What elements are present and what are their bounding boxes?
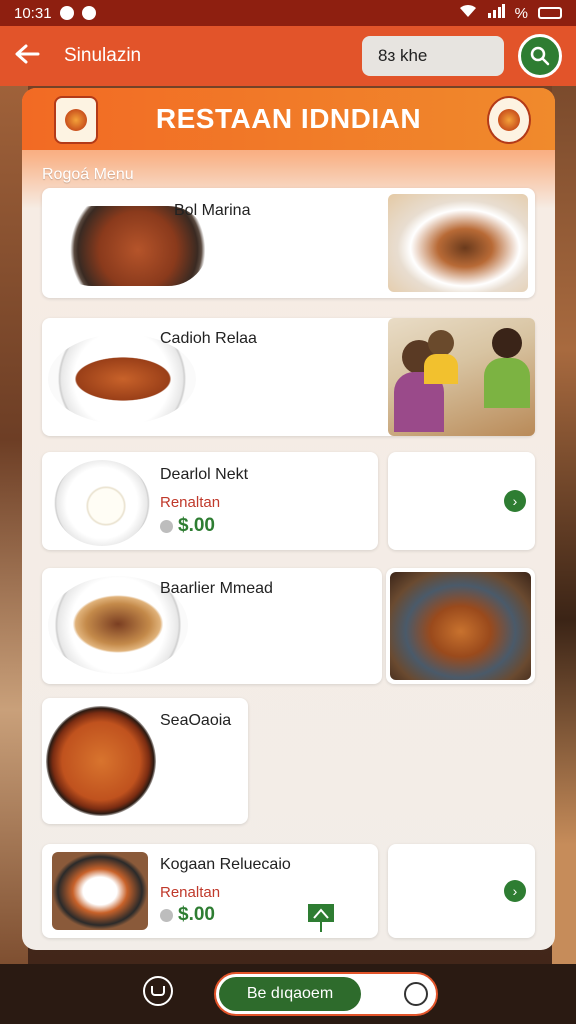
status-bar: 10:31 % (0, 0, 576, 26)
dish-food (68, 354, 178, 404)
app-bar: Sinulazin 8ɜ khe (0, 26, 576, 86)
menu-item-subtitle: Renaltan (160, 494, 221, 511)
menu-item-name: SeaOaoia (160, 712, 232, 729)
menu-item-subtitle: Renaltan (160, 884, 221, 901)
menu-item-6-action[interactable]: › (388, 844, 535, 938)
dish-image (46, 706, 156, 816)
diners-photo (388, 318, 535, 436)
search-button[interactable] (518, 34, 562, 78)
background-right (552, 80, 576, 980)
chevron-right-icon[interactable]: › (504, 490, 526, 512)
restaurant-emblem-icon (487, 96, 531, 144)
dish-photo (388, 194, 528, 292)
menu-item-4[interactable]: Baarlier Mmead (42, 568, 382, 684)
coin-icon (160, 908, 173, 922)
notification-icon (59, 6, 74, 20)
section-label: Rogoá Menu (42, 166, 134, 183)
wifi-icon (459, 4, 477, 22)
dish-photo (390, 572, 531, 680)
dish-food (84, 484, 128, 528)
menu-item-4-photo[interactable] (386, 568, 535, 684)
menu-item-3[interactable]: Dearlol Nekt Renaltan $.00 (42, 452, 378, 550)
battery-percent: % (514, 4, 528, 22)
menu-panel: RESTAAN IDNDIAN Rogoá Menu Bol Marina Ca… (22, 88, 555, 950)
app-title: Sinulazin (64, 45, 142, 66)
menu-item-price: $.00 (160, 904, 215, 926)
menu-item-name: Baarlier Mmead (160, 580, 273, 597)
home-icon[interactable] (143, 976, 173, 1006)
dish-food (68, 592, 168, 656)
app-notification-icon (81, 6, 96, 20)
primary-button[interactable]: Be dıqaoem (219, 977, 361, 1011)
menu-item-3-action[interactable]: › (388, 452, 535, 550)
chevron-right-icon[interactable]: › (504, 880, 526, 902)
radio-icon[interactable] (404, 982, 428, 1006)
menu-item-1[interactable]: Bol Marina (42, 188, 535, 298)
back-arrow-icon[interactable] (14, 40, 50, 72)
restaurant-title: RESTAAN IDNDIAN (155, 103, 422, 134)
menu-item-6[interactable]: Kogaan Reluecaio Renaltan $.00 (42, 844, 378, 938)
menu-item-2[interactable]: Cadioh Relaa (42, 318, 535, 436)
menu-item-5[interactable]: SeaOaoia (42, 698, 248, 824)
battery-icon (538, 7, 562, 19)
restaurant-banner: RESTAAN IDNDIAN (22, 88, 555, 150)
restaurant-logo-icon (54, 96, 98, 144)
search-icon (530, 46, 550, 66)
menu-item-name: Kogaan Reluecaio (160, 856, 291, 873)
action-toggle[interactable]: Be dıqaoem (214, 972, 438, 1016)
status-time: 10:31 (14, 4, 52, 22)
coin-icon (160, 519, 173, 533)
menu-item-name: Bol Marina (174, 202, 251, 219)
menu-item-price: $.00 (160, 515, 215, 537)
menu-item-name: Cadioh Relaa (160, 330, 257, 347)
search-input[interactable]: 8ɜ khe (362, 36, 504, 76)
signal-icon (487, 4, 505, 22)
flag-icon[interactable] (306, 902, 336, 937)
dish-image (52, 852, 148, 930)
menu-item-name: Dearlol Nekt (160, 466, 249, 483)
